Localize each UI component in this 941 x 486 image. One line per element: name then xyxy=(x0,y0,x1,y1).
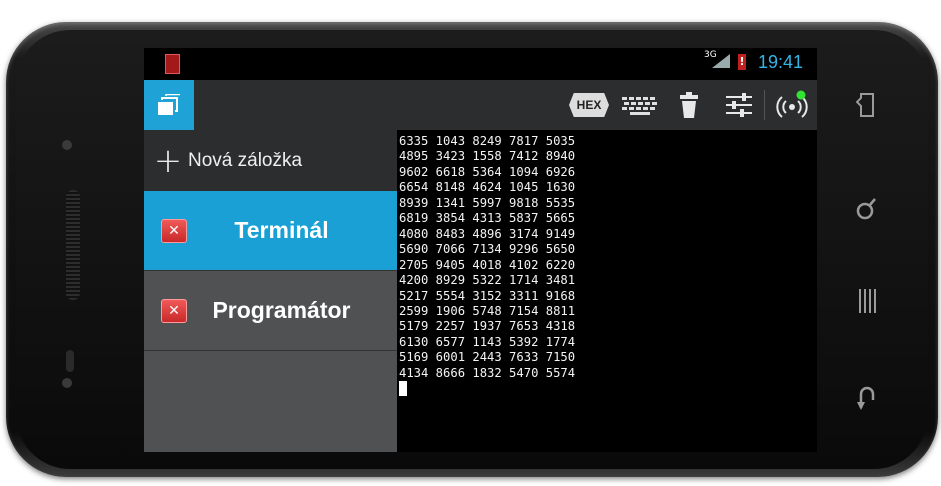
back-key-icon[interactable] xyxy=(855,92,879,126)
keyboard-button[interactable] xyxy=(618,90,662,120)
status-bar: 3G ! 19:41 xyxy=(144,48,817,80)
menu-key-icon[interactable] xyxy=(855,286,879,322)
tabs-icon xyxy=(158,94,180,115)
new-tab-button[interactable]: + Nová záložka xyxy=(144,130,397,191)
terminal-line: 4200 8929 5322 1714 3481 xyxy=(399,273,576,288)
hex-icon: HEX xyxy=(569,93,609,117)
terminal-line: 4895 3423 1558 7412 8940 xyxy=(399,149,576,164)
terminal-line: 5179 2257 1937 7653 4318 xyxy=(399,319,576,334)
app-notification-icon xyxy=(165,54,180,74)
side-sensor xyxy=(66,350,74,372)
device-screen: 3G ! 19:41 HEX + Nová záložka ✕ Terminál… xyxy=(144,48,817,452)
search-key-icon[interactable] xyxy=(855,196,879,228)
clear-button[interactable] xyxy=(674,90,704,120)
tab-drawer: + Nová záložka ✕ Terminál ✕ Programátor xyxy=(144,130,397,452)
settings-sliders-icon xyxy=(726,93,752,117)
speaker-grille xyxy=(66,190,80,300)
signal-strength-icon xyxy=(712,54,730,68)
terminal-output: 6335 1043 8249 7817 5035 4895 3423 1558 7… xyxy=(397,130,817,397)
tab-terminal[interactable]: ✕ Terminál xyxy=(144,191,397,270)
terminal-line: 6819 3854 4313 5837 5665 xyxy=(399,211,576,226)
trash-icon xyxy=(680,92,698,118)
settings-button[interactable] xyxy=(722,90,756,120)
hex-mode-button[interactable]: HEX xyxy=(568,90,610,120)
sensor-dot xyxy=(62,378,72,388)
tab-programmer[interactable]: ✕ Programátor xyxy=(144,271,397,350)
battery-warning-icon: ! xyxy=(738,54,746,70)
terminal-line: 4080 8483 4896 3174 9149 xyxy=(399,226,576,241)
terminal-view[interactable]: 6335 1043 8249 7817 5035 4895 3423 1558 7… xyxy=(397,130,817,452)
action-divider xyxy=(764,90,765,120)
terminal-line: 5690 7066 7134 9296 5650 xyxy=(399,242,576,257)
terminal-line: 2705 9405 4018 4102 6220 xyxy=(399,257,576,272)
close-tab-icon[interactable]: ✕ xyxy=(161,218,187,243)
wireless-connected-icon xyxy=(776,90,808,118)
action-bar: HEX xyxy=(144,80,817,130)
connection-button[interactable] xyxy=(772,90,812,120)
terminal-line: 6130 6577 1143 5392 1774 xyxy=(399,334,576,349)
terminal-cursor xyxy=(399,381,407,397)
terminal-line: 9602 6618 5364 1094 6926 xyxy=(399,164,576,179)
keyboard-icon xyxy=(622,97,657,115)
close-tab-icon[interactable]: ✕ xyxy=(161,298,187,323)
tabs-toggle-button[interactable] xyxy=(144,80,194,130)
tab-divider xyxy=(144,350,397,351)
terminal-line: 5217 5554 3152 3311 9168 xyxy=(399,288,576,303)
front-camera xyxy=(62,140,72,150)
terminal-line: 6654 8148 4624 1045 1630 xyxy=(399,180,576,195)
terminal-line: 8939 1341 5997 9818 5535 xyxy=(399,195,576,210)
terminal-line: 2599 1906 5748 7154 8811 xyxy=(399,303,576,318)
new-tab-label: Nová záložka xyxy=(188,149,303,171)
status-clock: 19:41 xyxy=(758,52,804,72)
terminal-line: 4134 8666 1832 5470 5574 xyxy=(399,365,576,380)
home-key-icon[interactable] xyxy=(855,384,879,418)
terminal-line: 6335 1043 8249 7817 5035 xyxy=(399,134,576,148)
plus-icon: + xyxy=(153,140,183,181)
terminal-line: 5169 6001 2443 7633 7150 xyxy=(399,350,576,365)
